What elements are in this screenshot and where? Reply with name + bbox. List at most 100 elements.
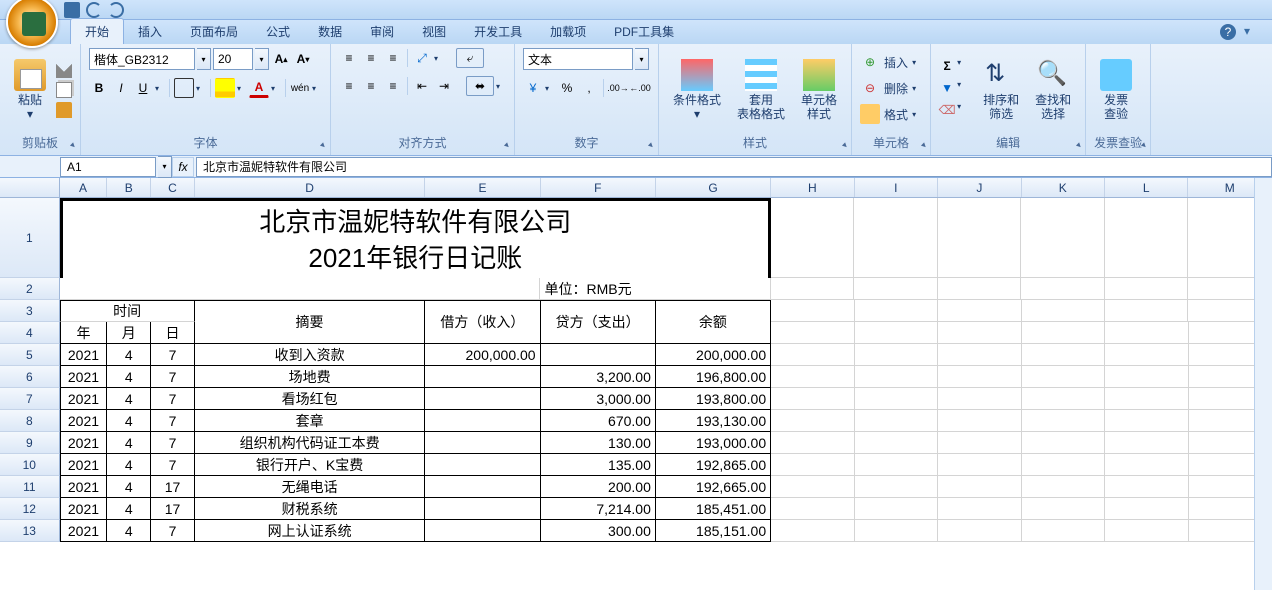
name-box[interactable] <box>60 157 156 177</box>
data-cell[interactable]: 无绳电话 <box>195 476 425 498</box>
cell[interactable] <box>938 454 1021 476</box>
data-cell[interactable]: 4 <box>107 388 151 410</box>
data-cell[interactable]: 4 <box>107 410 151 432</box>
cell[interactable] <box>771 322 855 344</box>
tab-pdf[interactable]: PDF工具集 <box>600 19 688 44</box>
chevron-down-icon[interactable]: ▾ <box>545 84 555 93</box>
help-icon[interactable]: ? <box>1220 24 1236 40</box>
data-cell[interactable] <box>425 388 540 410</box>
data-cell[interactable]: 组织机构代码证工本费 <box>195 432 425 454</box>
chevron-down-icon[interactable]: ▾ <box>912 110 922 119</box>
comma-button[interactable]: , <box>579 78 599 98</box>
header-month[interactable]: 月 <box>107 322 151 344</box>
cell[interactable] <box>1105 520 1188 542</box>
cell[interactable] <box>938 432 1021 454</box>
border-button[interactable] <box>174 78 194 98</box>
cell[interactable] <box>1105 278 1189 300</box>
font-name-input[interactable] <box>89 48 195 70</box>
data-cell[interactable]: 2021 <box>60 366 108 388</box>
data-cell[interactable]: 4 <box>107 344 151 366</box>
cell[interactable] <box>771 388 854 410</box>
cell[interactable] <box>771 432 854 454</box>
accounting-format-button[interactable]: ¥ <box>523 78 543 98</box>
tab-layout[interactable]: 页面布局 <box>176 19 252 44</box>
col-header[interactable]: J <box>938 178 1021 197</box>
data-cell[interactable]: 3,200.00 <box>541 366 656 388</box>
cell[interactable] <box>938 198 1022 278</box>
data-cell[interactable]: 2021 <box>60 476 108 498</box>
copy-icon[interactable] <box>56 82 72 98</box>
format-table-button[interactable]: 套用 表格格式 <box>731 48 791 132</box>
data-cell[interactable]: 2021 <box>60 388 108 410</box>
worksheet[interactable]: A B C D E F G H I J K L M 1北京市温妮特软件有限公司2… <box>0 178 1272 542</box>
cell[interactable] <box>771 454 854 476</box>
clear-button[interactable]: ⌫ <box>939 102 955 118</box>
chevron-down-icon[interactable]: ▾ <box>912 58 922 67</box>
cell[interactable] <box>855 454 938 476</box>
data-cell[interactable]: 7 <box>151 454 195 476</box>
data-cell[interactable]: 200,000.00 <box>656 344 771 366</box>
fx-button[interactable]: fx <box>172 157 194 177</box>
row-header[interactable]: 6 <box>0 366 60 388</box>
cell[interactable] <box>1022 498 1105 520</box>
header-year[interactable]: 年 <box>60 322 108 344</box>
data-cell[interactable]: 17 <box>151 498 195 520</box>
font-size-input[interactable] <box>213 48 253 70</box>
row-header[interactable]: 4 <box>0 322 60 344</box>
col-header[interactable]: F <box>541 178 656 197</box>
cell[interactable] <box>938 388 1021 410</box>
cell[interactable] <box>938 520 1021 542</box>
orientation-button[interactable]: ⤢ <box>412 48 432 68</box>
data-cell[interactable]: 7 <box>151 520 195 542</box>
cell[interactable] <box>771 198 855 278</box>
row-header[interactable]: 10 <box>0 454 60 476</box>
header-day[interactable]: 日 <box>151 322 195 344</box>
grow-font-button[interactable]: A▴ <box>271 49 291 69</box>
align-top-button[interactable]: ≡ <box>339 48 359 68</box>
sort-filter-button[interactable]: ⇅ 排序和 筛选 <box>977 48 1025 132</box>
data-cell[interactable]: 2021 <box>60 344 108 366</box>
row-header[interactable]: 5 <box>0 344 60 366</box>
cut-icon[interactable] <box>56 62 72 78</box>
data-cell[interactable] <box>425 410 540 432</box>
decrease-indent-button[interactable]: ⇤ <box>412 76 432 96</box>
col-header[interactable]: B <box>107 178 151 197</box>
tab-start[interactable]: 开始 <box>70 18 124 44</box>
row-header[interactable]: 3 <box>0 300 60 322</box>
cell[interactable] <box>1105 498 1188 520</box>
data-cell[interactable]: 193,000.00 <box>656 432 771 454</box>
row-header[interactable]: 13 <box>0 520 60 542</box>
cell[interactable] <box>1105 322 1189 344</box>
header-time[interactable]: 时间 <box>60 300 195 322</box>
cell[interactable] <box>1022 366 1105 388</box>
cell[interactable] <box>771 300 854 322</box>
undo-icon[interactable] <box>86 2 102 18</box>
data-cell[interactable] <box>425 366 540 388</box>
chevron-down-icon[interactable]: ▾ <box>271 84 281 93</box>
select-all-corner[interactable] <box>0 178 60 197</box>
cell[interactable] <box>855 520 938 542</box>
increase-indent-button[interactable]: ⇥ <box>434 76 454 96</box>
data-cell[interactable] <box>541 344 656 366</box>
cell[interactable] <box>771 498 854 520</box>
minimize-ribbon-icon[interactable]: ▾ <box>1244 24 1260 40</box>
data-cell[interactable]: 192,865.00 <box>656 454 771 476</box>
cell[interactable] <box>938 498 1021 520</box>
vertical-scrollbar[interactable] <box>1254 178 1272 590</box>
format-painter-icon[interactable] <box>56 102 72 118</box>
col-header[interactable]: G <box>656 178 771 197</box>
cell[interactable] <box>938 344 1021 366</box>
cell[interactable] <box>1022 410 1105 432</box>
autosum-button[interactable]: Σ <box>939 58 955 74</box>
cell[interactable] <box>1105 198 1189 278</box>
row-header[interactable]: 8 <box>0 410 60 432</box>
data-cell[interactable]: 2021 <box>60 410 108 432</box>
row-header[interactable]: 7 <box>0 388 60 410</box>
cell[interactable] <box>1022 300 1105 322</box>
row-header[interactable]: 9 <box>0 432 60 454</box>
data-cell[interactable] <box>425 454 540 476</box>
cell[interactable] <box>771 476 854 498</box>
invoice-check-button[interactable]: 发票 查验 <box>1094 48 1138 132</box>
cell[interactable] <box>1022 520 1105 542</box>
data-cell[interactable]: 2021 <box>60 520 108 542</box>
